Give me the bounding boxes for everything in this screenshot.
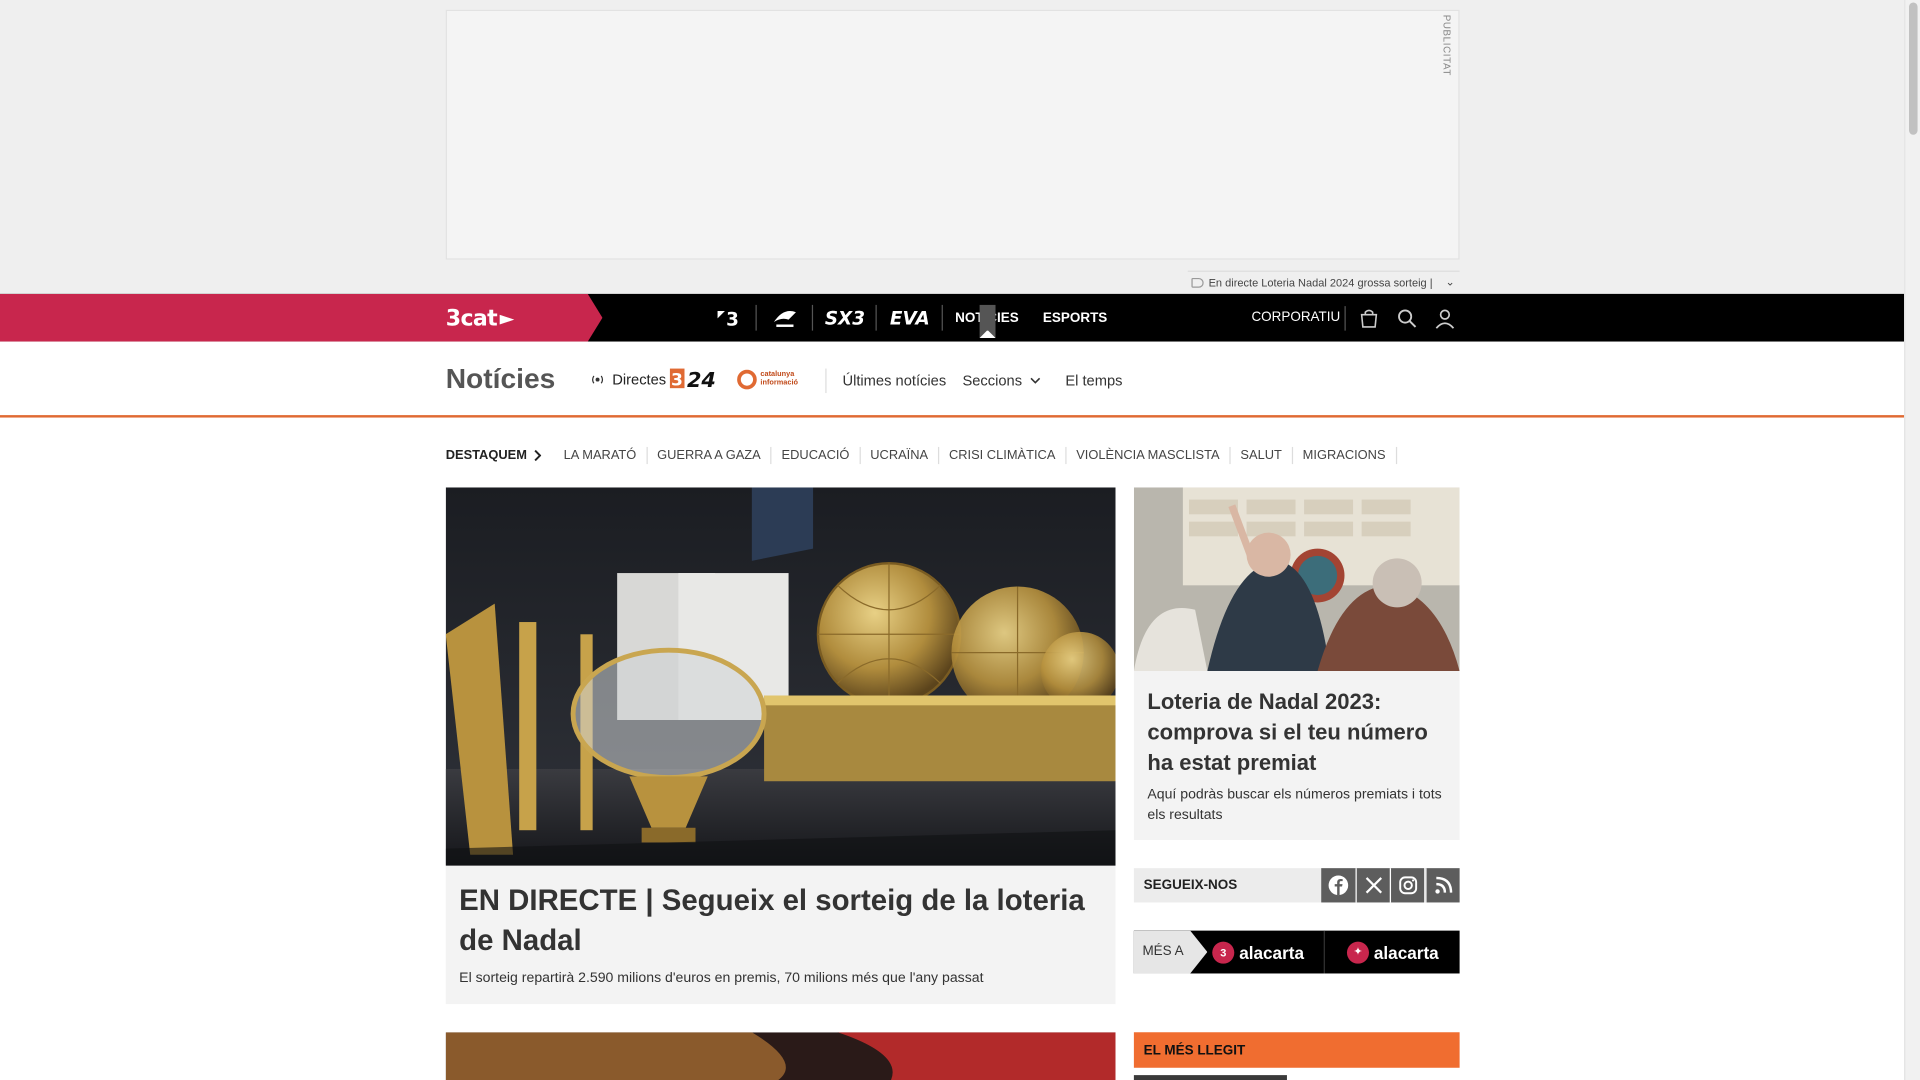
ad-banner[interactable] — [445, 9, 1460, 260]
ci-circle-icon — [737, 369, 757, 390]
trending-ticker[interactable]: En directe Loteria Nadal 2024 grossa sor… — [1187, 270, 1460, 293]
most-read-header: EL MÉS LLEGIT — [1133, 1032, 1460, 1068]
ticker-text[interactable]: En directe Loteria Nadal 2024 grossa sor… — [1209, 276, 1433, 288]
user-icon[interactable] — [1434, 307, 1456, 329]
x-icon — [1365, 877, 1382, 894]
lottery-board-photo — [1133, 487, 1460, 672]
nav-noticies[interactable]: NOTÍCIES — [943, 294, 1031, 342]
svg-text:24: 24 — [687, 368, 716, 389]
tag-link[interactable]: LA MARATÓ — [554, 446, 648, 465]
side-article[interactable]: Loteria de Nadal 2023: comprova si el te… — [1133, 487, 1460, 841]
follow-us-bar: SEGUEIX-NOS — [1133, 868, 1460, 903]
tv3-badge-icon: 3 — [1212, 941, 1235, 964]
directes-label: Directes — [612, 371, 667, 389]
sx3-logo-icon: SX3 — [824, 306, 865, 329]
scrollbar-thumb[interactable] — [1908, 2, 1918, 135]
nav-esports-label: ESPORTS — [1042, 310, 1108, 326]
hero-title[interactable]: EN DIRECTE | Segueix el sorteig de la lo… — [459, 880, 1102, 961]
tag-link[interactable]: SALUT — [1231, 446, 1293, 465]
ultimes-noticies-link[interactable]: Últimes notícies — [842, 372, 946, 389]
tag-link[interactable]: GUERRA A GAZA — [647, 446, 772, 465]
tag-link[interactable]: CRISI CLIMÀTICA — [939, 446, 1067, 465]
seccions-dropdown[interactable]: Seccions — [962, 372, 1040, 389]
tag-link[interactable]: UCRAÏNA — [860, 446, 940, 465]
tag-link[interactable]: EDUCACIÓ — [772, 446, 861, 465]
catradio-logo-icon — [773, 310, 796, 327]
divider — [1323, 930, 1325, 974]
alacarta-label: alacarta — [1373, 942, 1439, 962]
chevron-down-icon — [1030, 377, 1040, 384]
tag-link[interactable]: VIOLÈNCIA MASCLISTA — [1066, 446, 1231, 465]
tag-link[interactable]: MIGRACIONS — [1293, 446, 1397, 465]
side-subtitle: Aquí podràs buscar els números premiats … — [1147, 787, 1442, 823]
ad-label: PUBLICITAT — [1441, 14, 1453, 76]
follow-us-label: SEGUEIX-NOS — [1143, 877, 1238, 893]
el-temps-link[interactable]: El temps — [1065, 372, 1122, 389]
mes-a-label: MÉS A — [1133, 930, 1208, 974]
side-image[interactable] — [1133, 487, 1460, 672]
hero-article[interactable]: EN DIRECTE | Segueix el sorteig de la lo… — [445, 487, 1116, 1005]
ci-line-2: informació — [760, 379, 798, 387]
hero-subtitle: El sorteig repartirà 2.590 milions d'eur… — [459, 971, 984, 986]
live-broadcast-icon — [592, 375, 604, 384]
rss-link[interactable] — [1425, 868, 1460, 903]
tv3-alacarta-link[interactable]: 3 alacarta — [1212, 931, 1304, 974]
catradio-badge-icon: ✦ — [1346, 941, 1369, 964]
ci-line-1: catalunya — [760, 371, 795, 379]
nav-esports[interactable]: ESPORTS — [1031, 294, 1119, 342]
chevron-down-icon[interactable]: ⌄ — [1445, 276, 1454, 289]
side-title[interactable]: Loteria de Nadal 2023: comprova si el te… — [1147, 687, 1451, 779]
facebook-link[interactable] — [1321, 868, 1356, 903]
scrollbar[interactable] — [1904, 0, 1920, 1080]
alacarta-label: alacarta — [1239, 942, 1305, 962]
logo-catalunya-informacio[interactable]: catalunya informació — [737, 369, 808, 391]
most-read-label: EL MÉS LLEGIT — [1143, 1043, 1246, 1058]
seccions-label: Seccions — [962, 372, 1023, 390]
logo-324[interactable]: 3 24 — [669, 367, 721, 395]
highlight-tags: DESTAQUEM LA MARATÓ GUERRA A GAZA EDUCAC… — [446, 444, 1397, 466]
directes-link[interactable]: Directes — [590, 371, 666, 388]
page: PUBLICITAT En directe Loteria Nadal 2024… — [0, 0, 1920, 1080]
rss-icon — [1434, 876, 1452, 894]
logo-324-icon: 3 24 — [669, 368, 716, 392]
search-icon[interactable] — [1396, 307, 1418, 329]
mes-a-bar: MÉS A 3 alacarta ✦ alacarta — [1133, 930, 1460, 974]
chevron-right-icon — [534, 449, 542, 462]
hero-image[interactable] — [445, 487, 1116, 866]
x-link[interactable] — [1355, 868, 1390, 903]
article-photo — [445, 1032, 1116, 1080]
tag-icon — [1191, 277, 1204, 288]
brand-logo[interactable]: 3cat — [446, 306, 517, 332]
article-image[interactable] — [445, 1032, 1116, 1080]
instagram-icon — [1398, 876, 1417, 895]
top-navigation: 3cat 3 SX3 EVA NOTÍCIES ESPORTS CORPORAT… — [0, 293, 1905, 342]
channel-catradio[interactable] — [757, 294, 814, 342]
page-title[interactable]: Notícies — [446, 362, 556, 395]
ad-zone: PUBLICITAT En directe Loteria Nadal 2024… — [0, 0, 1905, 294]
destaquem-label: DESTAQUEM — [446, 448, 542, 463]
lottery-drums-photo — [445, 487, 1116, 866]
catradio-alacarta-link[interactable]: ✦ alacarta — [1346, 931, 1439, 974]
eva-logo-icon: EVA — [889, 306, 930, 329]
tv3-logo-icon: 3 — [717, 309, 739, 329]
channel-sx3[interactable]: SX3 — [813, 294, 877, 342]
channel-tv3[interactable]: 3 — [700, 294, 757, 342]
facebook-icon — [1328, 875, 1349, 896]
brand-arrow-icon — [499, 314, 515, 325]
svg-text:3: 3 — [671, 371, 683, 390]
channel-eva[interactable]: EVA — [877, 294, 943, 342]
instagram-link[interactable] — [1389, 868, 1425, 903]
section-header: Notícies Directes 3 24 catalunya informaci… — [0, 341, 1905, 418]
nav-corporatiu[interactable]: CORPORATIU — [1251, 310, 1340, 325]
divider — [1344, 306, 1346, 331]
svg-text:3: 3 — [726, 309, 739, 329]
nav-noticies-label: NOTÍCIES — [955, 310, 1019, 326]
divider — [825, 368, 827, 394]
shop-bag-icon[interactable] — [1358, 307, 1380, 329]
destaquem-text: DESTAQUEM — [445, 448, 527, 463]
brand-name: 3cat — [445, 306, 498, 332]
most-read-thumbnail[interactable] — [1133, 1075, 1287, 1080]
